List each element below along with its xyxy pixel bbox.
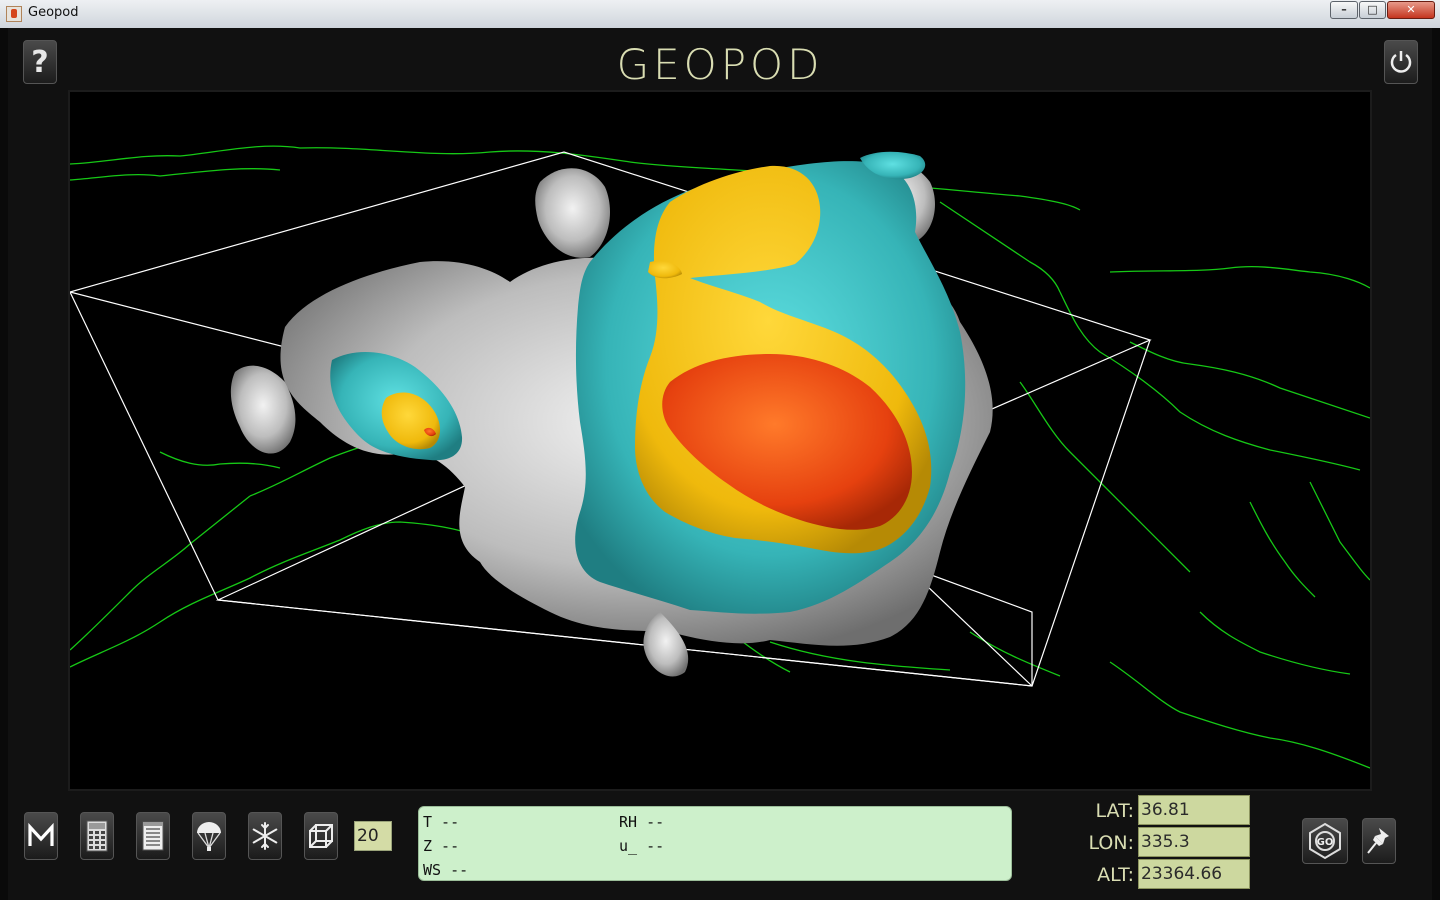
window-titlebar: Geopod – □ ✕ [0,0,1440,29]
frame-count-field[interactable]: 20 [354,821,392,851]
help-icon: ? [31,44,49,80]
parachute-icon [197,822,221,851]
window-title: Geopod [28,5,79,20]
readout-u: u_ -- [619,837,665,855]
snowflake-button[interactable] [248,812,282,860]
m-button[interactable] [24,812,58,860]
snowflake-icon [252,822,278,850]
help-button[interactable]: ? [23,40,57,84]
close-button[interactable]: ✕ [1387,1,1435,19]
3d-viewport[interactable] [68,90,1372,791]
power-button[interactable] [1384,40,1418,84]
lon-label: LON: [1088,832,1134,854]
go-button[interactable]: GO [1302,818,1348,864]
cube-button[interactable] [304,812,338,860]
power-icon [1390,51,1412,73]
lon-field[interactable]: 335.3 [1138,827,1250,857]
alt-label: ALT: [1097,864,1134,886]
readout-z: Z -- [423,837,460,855]
parachute-button[interactable] [192,812,226,860]
maximize-button[interactable]: □ [1359,1,1386,19]
calculator-button[interactable] [80,812,114,860]
pin-button[interactable] [1362,818,1396,864]
lat-field[interactable]: 36.81 [1138,795,1250,825]
alt-field[interactable]: 23364.66 [1138,859,1250,889]
lat-label: LAT: [1095,800,1134,822]
readout-t: T -- [423,813,460,831]
app-logo: GEOPOD [616,40,824,89]
calculator-icon [86,820,108,852]
notepad-button[interactable] [136,812,170,860]
variable-readout-panel: T -- RH -- Z -- u_ -- WS -- [418,806,1012,881]
readout-rh: RH -- [619,813,665,831]
m-icon [28,822,54,846]
minimize-button[interactable]: – [1330,1,1358,19]
go-target-icon: GO [1309,822,1341,860]
cube-icon [309,824,333,848]
readout-ws: WS -- [423,861,469,879]
pushpin-icon [1367,828,1389,854]
go-label: GO [1317,837,1334,848]
notepad-icon [142,821,164,851]
java-app-icon [6,6,22,22]
